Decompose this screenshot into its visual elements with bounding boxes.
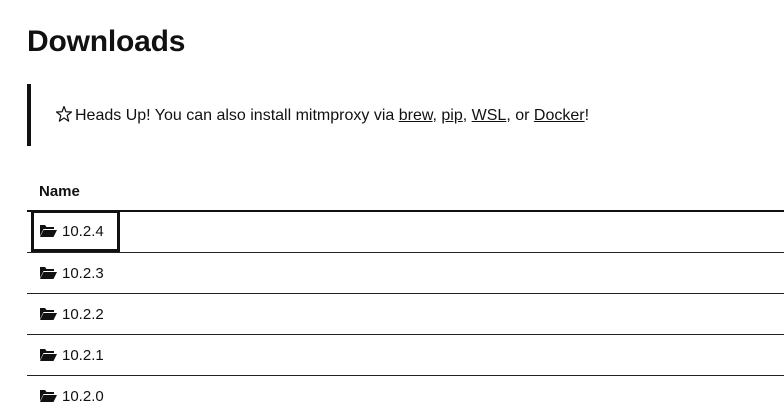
table-row: 10.2.4 <box>27 210 784 253</box>
table-row: 10.2.2 <box>27 294 784 335</box>
star-icon <box>55 105 73 122</box>
folder-link-10-2-0[interactable]: 10.2.0 <box>31 376 112 416</box>
folder-open-icon <box>40 225 57 237</box>
downloads-table: Name 10.2.4 10.2.3 10.2.2 10.2.1 10.2.0 <box>27 172 784 417</box>
callout-text: Heads Up! You can also install mitmproxy… <box>55 105 589 126</box>
folder-link-10-2-1[interactable]: 10.2.1 <box>31 335 112 375</box>
folder-open-icon <box>40 267 57 279</box>
page-title: Downloads <box>27 25 186 58</box>
callout-sep: , or <box>506 107 534 124</box>
folder-open-icon <box>40 349 57 361</box>
column-header-name[interactable]: Name <box>27 172 784 212</box>
folder-link-10-2-4[interactable]: 10.2.4 <box>31 210 120 252</box>
folder-label: 10.2.0 <box>62 387 104 405</box>
table-row: 10.2.1 <box>27 335 784 376</box>
folder-open-icon <box>40 390 57 402</box>
docker-link[interactable]: Docker <box>534 107 585 124</box>
table-row: 10.2.3 <box>27 253 784 294</box>
heads-up-callout: Heads Up! You can also install mitmproxy… <box>27 84 784 146</box>
brew-link[interactable]: brew <box>399 107 433 124</box>
wsl-link[interactable]: WSL <box>472 107 507 124</box>
callout-suffix: ! <box>584 107 590 124</box>
pip-link[interactable]: pip <box>441 107 462 124</box>
folder-open-icon <box>40 308 57 320</box>
callout-sep: , <box>462 107 472 124</box>
callout-prefix: Heads Up! You can also install mitmproxy… <box>75 107 399 124</box>
folder-link-10-2-3[interactable]: 10.2.3 <box>31 253 112 293</box>
folder-label: 10.2.3 <box>62 264 104 282</box>
folder-link-10-2-2[interactable]: 10.2.2 <box>31 294 112 334</box>
folder-label: 10.2.4 <box>62 222 104 240</box>
folder-label: 10.2.1 <box>62 346 104 364</box>
folder-label: 10.2.2 <box>62 305 104 323</box>
